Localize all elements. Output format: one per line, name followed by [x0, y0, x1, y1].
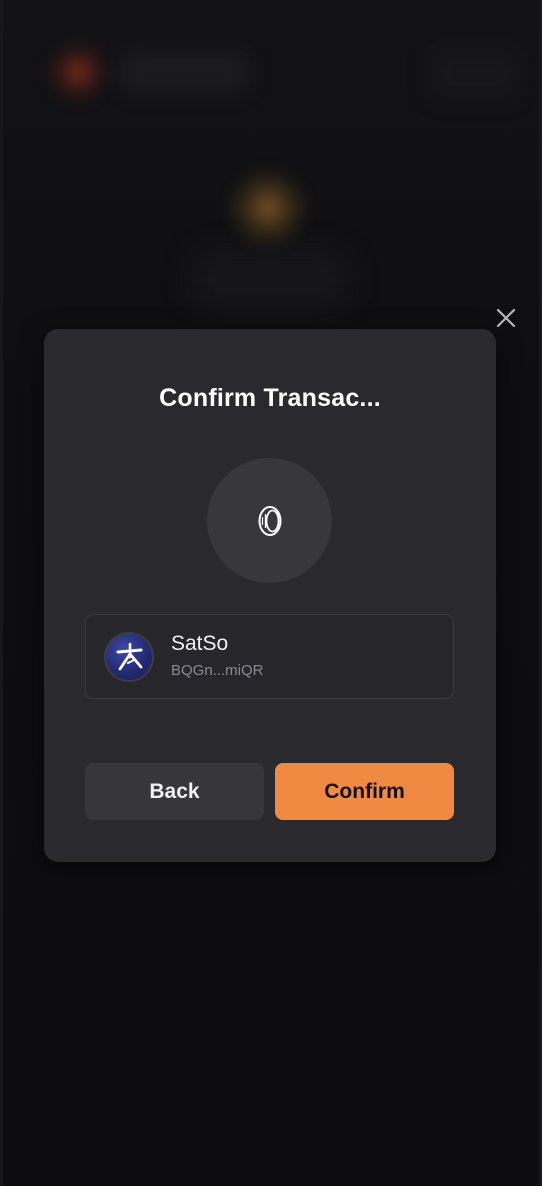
modal-title: Confirm Transac...: [159, 384, 381, 412]
close-button[interactable]: [492, 304, 520, 332]
confirm-button[interactable]: Confirm: [275, 763, 454, 820]
satso-logo-icon: [104, 632, 154, 682]
background-content-blur: [190, 250, 350, 310]
account-address: BQGn...miQR: [171, 662, 264, 679]
account-name: SatSo: [171, 632, 229, 655]
background-header-blur: [120, 52, 250, 92]
screen: Confirm Transac... SatSo BQGn...miQR Bac…: [0, 0, 542, 1186]
background-token-blur: [228, 168, 308, 248]
coin-icon: [258, 505, 281, 536]
token-icon-container: [207, 458, 332, 583]
background-edge: [0, 0, 3, 1186]
background-avatar-blur: [46, 40, 110, 104]
confirm-transaction-modal: Confirm Transac... SatSo BQGn...miQR Bac…: [44, 329, 496, 862]
account-card[interactable]: SatSo BQGn...miQR: [85, 614, 454, 699]
back-button[interactable]: Back: [85, 763, 264, 820]
background-header-right-blur: [430, 48, 520, 98]
close-icon: [496, 308, 516, 328]
